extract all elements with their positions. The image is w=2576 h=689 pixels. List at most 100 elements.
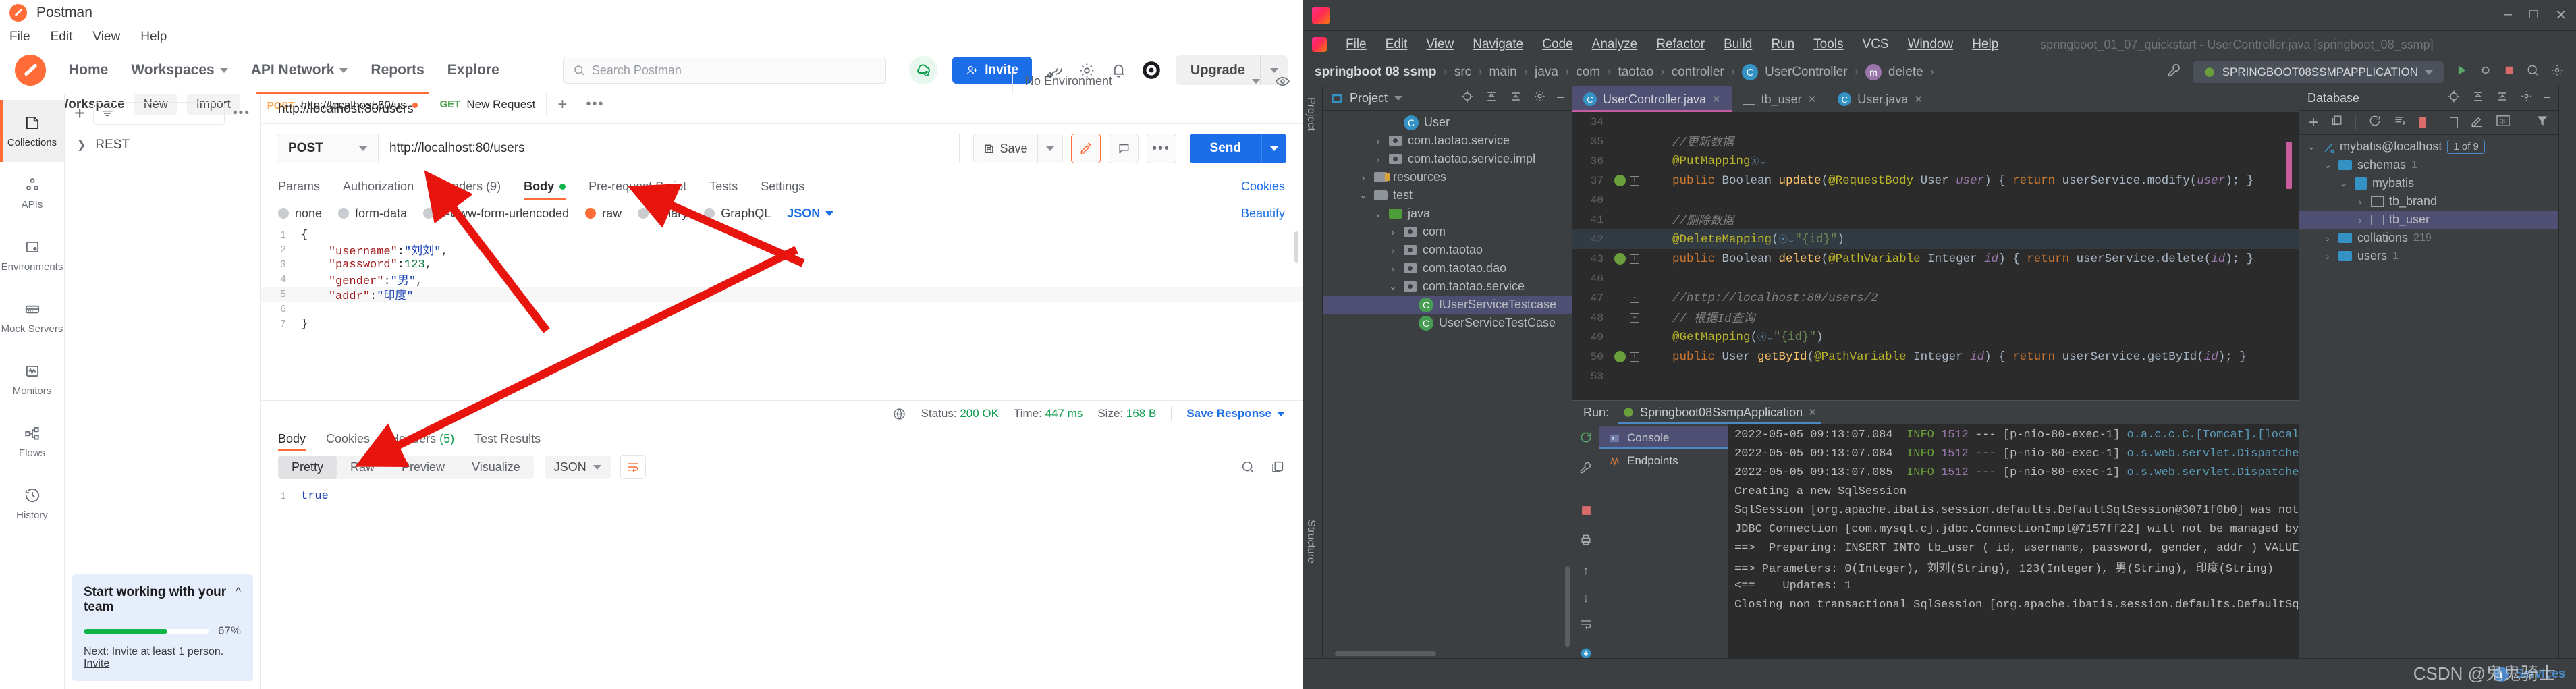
- method-selector[interactable]: POST: [277, 134, 378, 163]
- nav-workspaces[interactable]: Workspaces: [131, 62, 228, 78]
- project-tree-item[interactable]: › resources: [1323, 168, 1572, 186]
- spring-bean-icon[interactable]: [1614, 351, 1626, 362]
- tab-body[interactable]: Body: [524, 173, 566, 200]
- tab-headers[interactable]: Headers (9): [437, 173, 501, 200]
- breadcrumb-src[interactable]: src: [1454, 65, 1471, 80]
- response-tab-body[interactable]: Body: [278, 426, 306, 451]
- close-button[interactable]: ✕: [2555, 7, 2567, 24]
- stop-button[interactable]: [2503, 64, 2515, 80]
- scrollbar-horizontal[interactable]: [1335, 651, 1436, 656]
- run-config-tab[interactable]: Springboot08SsmpApplication ✕: [1618, 401, 1821, 424]
- stop-icon[interactable]: [1581, 505, 1592, 520]
- chevron-right-icon[interactable]: ›: [1388, 227, 1398, 238]
- gear-icon[interactable]: [1533, 90, 1546, 107]
- tab-settings[interactable]: Settings: [761, 173, 804, 200]
- more-actions-button[interactable]: •••: [1146, 134, 1176, 163]
- project-tree-item[interactable]: ⌄ com.taotao.service: [1323, 277, 1572, 296]
- database-tree-item[interactable]: ⌄ mybatis@localhost 1 of 9: [2299, 138, 2558, 156]
- nav-home[interactable]: Home: [69, 62, 108, 78]
- body-type-raw[interactable]: raw: [585, 206, 622, 221]
- eye-icon[interactable]: [1275, 74, 1290, 89]
- add-collection-button[interactable]: +: [74, 103, 85, 124]
- scrollbar-vertical[interactable]: [1565, 566, 1570, 647]
- hide-panel-icon[interactable]: –: [2544, 90, 2550, 107]
- chevron-down-icon[interactable]: ⌄: [2322, 159, 2333, 171]
- breadcrumb-main[interactable]: main: [1489, 65, 1517, 80]
- comment-button[interactable]: [1108, 134, 1139, 163]
- stop-icon[interactable]: [2419, 117, 2426, 128]
- menu-navigate[interactable]: Navigate: [1473, 37, 1523, 52]
- url-input[interactable]: http://localhost:80/users: [378, 134, 960, 163]
- maximize-button[interactable]: □: [2529, 7, 2538, 24]
- chevron-down-icon[interactable]: ⌄: [2306, 141, 2317, 153]
- response-tab-test-results[interactable]: Test Results: [474, 426, 541, 451]
- expand-icon[interactable]: +: [1630, 254, 1639, 264]
- copy-icon[interactable]: [2330, 114, 2343, 131]
- locate-icon[interactable]: [1460, 90, 1474, 107]
- chevron-down-icon[interactable]: ⌄: [1358, 190, 1369, 201]
- body-format-selector[interactable]: JSON: [787, 206, 834, 221]
- chevron-right-icon[interactable]: ›: [2355, 215, 2365, 225]
- search-icon[interactable]: [1240, 460, 1255, 474]
- fold-icon[interactable]: –: [1630, 312, 1639, 323]
- close-icon[interactable]: ✕: [1808, 93, 1817, 105]
- menu-help[interactable]: Help: [140, 30, 167, 45]
- search-input[interactable]: Search Postman: [562, 57, 887, 84]
- scroll-down-icon[interactable]: ↓: [1583, 591, 1589, 605]
- gutter[interactable]: –: [1612, 293, 1644, 303]
- database-tree-item[interactable]: › tb_user: [2299, 211, 2558, 229]
- project-tree-item[interactable]: › com.taotao: [1323, 241, 1572, 259]
- response-format-selector[interactable]: JSON: [544, 455, 611, 479]
- sync-status-icon[interactable]: [909, 56, 938, 84]
- expand-icon[interactable]: +: [1630, 175, 1639, 186]
- environment-selector[interactable]: No Environment: [1025, 74, 1112, 88]
- project-tree-item[interactable]: › com.taotao.service.impl: [1323, 150, 1572, 168]
- database-tree-item[interactable]: › tb_brand: [2299, 192, 2558, 211]
- expand-all-icon[interactable]: [2471, 90, 2485, 107]
- project-tree-item[interactable]: › com.taotao.service: [1323, 132, 1572, 150]
- project-tree-item[interactable]: C IUserServiceTestcase: [1323, 296, 1572, 314]
- project-tree[interactable]: C User › com.taotao.service › com.taotao.serv…: [1323, 111, 1572, 658]
- locate-icon[interactable]: [2447, 90, 2461, 107]
- gutter[interactable]: –: [1612, 312, 1644, 323]
- collection-item-rest[interactable]: ❯ REST: [65, 132, 260, 158]
- project-tree-item[interactable]: › com.taotao.dao: [1323, 259, 1572, 277]
- breadcrumb-project[interactable]: springboot 08 ssmp: [1315, 65, 1437, 80]
- tool-window-structure[interactable]: Structure: [1305, 520, 1317, 563]
- chevron-down-icon[interactable]: ⌄: [2338, 177, 2349, 189]
- tab-tests[interactable]: Tests: [709, 173, 738, 200]
- menu-file[interactable]: File: [9, 30, 30, 45]
- minimize-button[interactable]: –: [2504, 7, 2512, 24]
- gear-icon[interactable]: [2520, 90, 2533, 107]
- debug-button[interactable]: [2479, 63, 2492, 81]
- chevron-down-icon[interactable]: [1038, 142, 1062, 155]
- menu-help[interactable]: Help: [1972, 37, 1998, 52]
- project-tree-item[interactable]: › com: [1323, 223, 1572, 241]
- tool-window-project[interactable]: Project: [1305, 97, 1317, 131]
- menu-code[interactable]: Code: [1542, 37, 1572, 52]
- response-body[interactable]: 1 true: [261, 485, 1303, 503]
- view-raw[interactable]: Raw: [337, 456, 388, 479]
- code-editor[interactable]: 34 35 //更新数据 36 @PutMappingⓧ⌄ 37 + public Bo…: [1572, 112, 2299, 400]
- menu-edit[interactable]: Edit: [1386, 37, 1408, 52]
- menu-edit[interactable]: Edit: [51, 30, 73, 45]
- editor-tab-usercontroller[interactable]: C UserController.java ✕: [1572, 86, 1732, 112]
- close-icon[interactable]: ✕: [1914, 93, 1923, 105]
- breadcrumb-taotao[interactable]: taotao: [1618, 65, 1653, 80]
- run-button[interactable]: [2455, 63, 2468, 81]
- tab-authorization[interactable]: Authorization: [343, 173, 414, 200]
- filter-icon[interactable]: [2536, 114, 2549, 132]
- expand-icon[interactable]: +: [1630, 352, 1639, 362]
- print-icon[interactable]: [1579, 533, 1593, 550]
- chevron-right-icon[interactable]: ›: [1373, 154, 1383, 165]
- chevron-down-icon[interactable]: ⌄: [1388, 281, 1398, 292]
- project-tree-item[interactable]: ⌄ java: [1323, 204, 1572, 223]
- scroll-up-icon[interactable]: ↑: [1583, 563, 1589, 578]
- body-type-urlencoded[interactable]: x-www-form-urlencoded: [423, 206, 569, 221]
- spring-bean-icon[interactable]: [1614, 175, 1626, 186]
- database-tree-item[interactable]: › users 1: [2299, 247, 2558, 265]
- view-visualize[interactable]: Visualize: [458, 456, 534, 479]
- editor-tab-user[interactable]: C User.java ✕: [1827, 86, 1934, 112]
- sidebar-item-monitors[interactable]: Monitors: [0, 348, 64, 410]
- chevron-down-icon[interactable]: [1252, 79, 1260, 84]
